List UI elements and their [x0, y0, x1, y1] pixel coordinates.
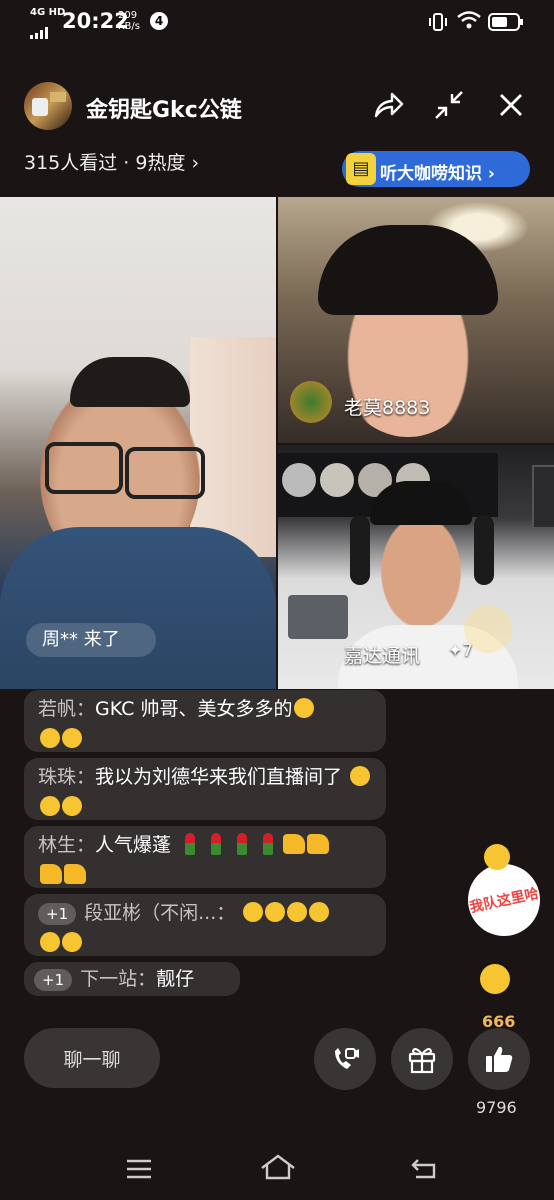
vibrate-icon [428, 12, 448, 37]
gift-button[interactable] [391, 1028, 453, 1090]
floating-emoji [480, 964, 510, 994]
like-count: 9796 [476, 1098, 517, 1117]
hug-emoji [243, 902, 264, 922]
back-icon[interactable] [410, 1156, 438, 1184]
gift-icon [408, 1048, 436, 1074]
chat-message[interactable]: 林生：人气爆蓬 [24, 826, 386, 888]
grin-emoji [350, 766, 371, 786]
floating-emoji [484, 844, 510, 870]
guest-name-2: 嘉达通讯 [344, 645, 421, 667]
video-call-button[interactable] [314, 1028, 376, 1090]
grin-emoji [62, 796, 82, 816]
guest-avatar [290, 381, 332, 423]
plus-one-badge: +1 [34, 969, 73, 991]
system-nav-bar [0, 1140, 554, 1200]
thumbs-up-icon [486, 1046, 513, 1072]
promo-button[interactable]: ▤ 听大咖唠知识 › [342, 151, 530, 187]
minimize-icon[interactable] [434, 90, 464, 124]
promo-label: 听大咖唠知识 › [380, 164, 495, 184]
hug-emoji [287, 902, 308, 922]
floating-sticker[interactable]: 我队这里哈 [461, 857, 547, 943]
home-icon[interactable] [260, 1154, 296, 1184]
guest-video-2[interactable]: 嘉达通讯 ✦7 [278, 445, 554, 689]
notification-badge: 4 [150, 12, 168, 30]
chat-input-button[interactable]: 聊一聊 [24, 1028, 160, 1088]
podcast-icon: ▤ [346, 153, 376, 185]
sticker-icon[interactable] [464, 605, 512, 653]
heart-eyes-emoji [62, 728, 82, 748]
battery-icon [488, 12, 524, 36]
grin-emoji [40, 796, 60, 816]
hug-emoji [40, 932, 60, 952]
rose-emoji [237, 833, 248, 855]
video-call-icon [335, 1048, 359, 1069]
guest-video-1[interactable]: 老莫8883 [278, 197, 554, 443]
guest-name: 老莫8883 [344, 397, 431, 419]
plus-one-badge: +1 [38, 903, 77, 925]
like-button[interactable] [468, 1028, 530, 1090]
main-video[interactable]: 周** 来了 [0, 197, 276, 689]
join-toast: 周** 来了 [26, 623, 156, 657]
chat-message[interactable]: +1 段亚彬（不闲...： [24, 894, 386, 956]
chat-message[interactable]: +1 下一站：靓仔 [24, 962, 240, 996]
heart-eyes-emoji [294, 698, 315, 718]
thumbs-up-emoji [283, 834, 306, 854]
wifi-icon [456, 10, 482, 35]
share-icon[interactable] [372, 90, 404, 124]
chat-message[interactable]: 珠珠：我以为刘德华来我们直播间了 [24, 758, 386, 820]
thumbs-up-emoji [307, 834, 330, 854]
rose-emoji [211, 833, 222, 855]
chat-message[interactable]: 若帆：GKC 帅哥、美女多多的 [24, 690, 386, 752]
rose-emoji [185, 833, 196, 855]
hug-emoji [62, 932, 82, 952]
status-bar: 4G HD 20:22 209 KB/s 4 [0, 0, 554, 44]
hug-emoji [265, 902, 286, 922]
heart-eyes-emoji [40, 728, 60, 748]
channel-avatar[interactable] [24, 82, 72, 130]
view-stats[interactable]: 315人看过 · 9热度 › [24, 148, 199, 175]
rose-emoji [263, 833, 274, 855]
close-icon[interactable] [498, 92, 524, 122]
signal-icon [30, 20, 52, 39]
network-speed: 209 KB/s [118, 10, 140, 32]
thumbs-up-emoji [40, 864, 62, 884]
channel-title[interactable]: 金钥匙Gkc公链 [86, 92, 242, 124]
network-indicator: 4G HD [30, 7, 66, 18]
hug-emoji [309, 902, 330, 922]
menu-icon[interactable] [125, 1158, 153, 1184]
thumbs-up-emoji [64, 864, 86, 884]
